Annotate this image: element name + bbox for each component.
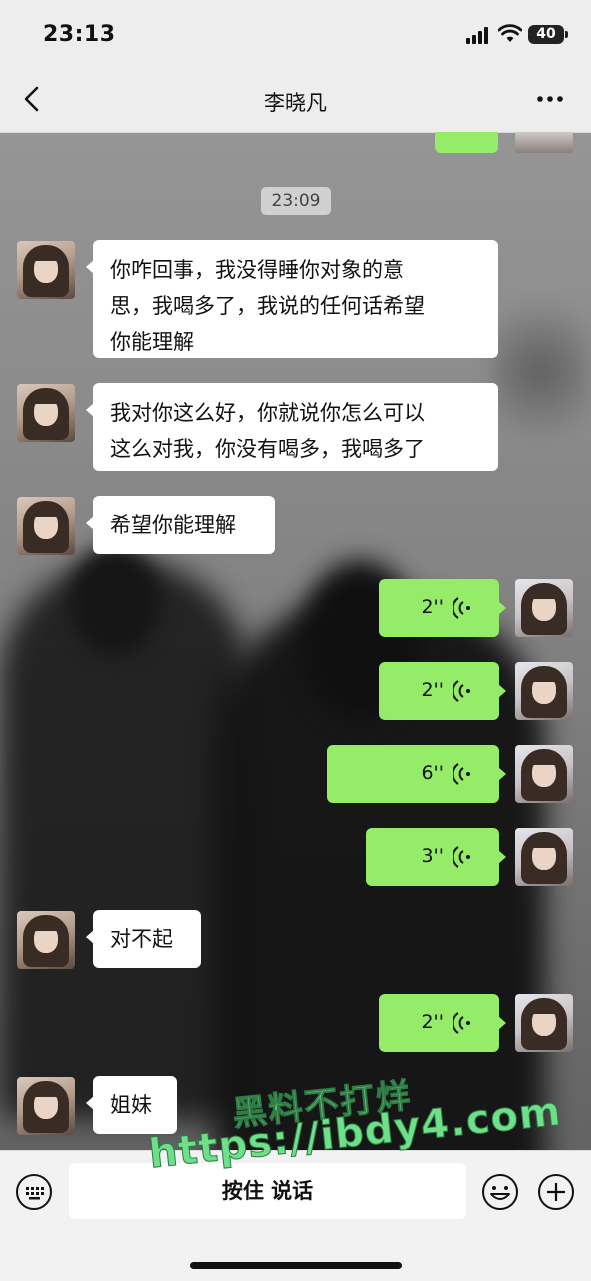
message-text-line: 姐妹	[110, 1093, 152, 1117]
voice-duration: 3''	[421, 845, 444, 867]
my-avatar[interactable]	[515, 828, 573, 886]
voice-message-bubble[interactable]: 2''	[379, 662, 506, 720]
hold-to-talk-button[interactable]: 按住 说话	[69, 1163, 466, 1219]
voice-duration: 2''	[421, 596, 444, 618]
voice-message-bubble[interactable]: 2''	[379, 994, 506, 1052]
previous-voice-bubble-partial[interactable]	[435, 132, 498, 153]
voice-duration: 2''	[421, 679, 444, 701]
my-avatar[interactable]	[515, 745, 573, 803]
my-avatar[interactable]	[515, 994, 573, 1052]
my-avatar[interactable]	[515, 662, 573, 720]
voice-wave-icon	[453, 1012, 470, 1034]
incoming-message-bubble[interactable]: 姐妹	[86, 1076, 177, 1134]
wifi-icon	[498, 24, 522, 42]
voice-message-bubble[interactable]: 3''	[366, 828, 506, 886]
incoming-message-bubble[interactable]: 我对你这么好，你就说你怎么可以 这么对我，你没有喝多，我喝多了	[86, 383, 498, 471]
message-text-line: 你咋回事，我没得睡你对象的意	[110, 258, 404, 282]
message-text-line: 思，我喝多了，我说的任何话希望	[110, 294, 425, 318]
voice-message-bubble[interactable]: 6''	[327, 745, 506, 803]
chat-header: 李晓凡	[0, 70, 591, 133]
contact-avatar[interactable]	[17, 384, 75, 442]
my-avatar[interactable]	[515, 579, 573, 637]
incoming-message-bubble[interactable]: 对不起	[86, 910, 201, 968]
contact-avatar[interactable]	[17, 497, 75, 555]
voice-duration: 6''	[421, 762, 444, 784]
incoming-message-bubble[interactable]: 你咋回事，我没得睡你对象的意 思，我喝多了，我说的任何话希望 你能理解	[86, 240, 498, 358]
voice-message-bubble[interactable]: 2''	[379, 579, 506, 637]
chat-input-bar: 按住 说话	[0, 1150, 591, 1281]
message-text-line: 我对你这么好，你就说你怎么可以	[110, 401, 425, 425]
emoji-icon[interactable]	[481, 1173, 519, 1211]
home-indicator	[190, 1262, 402, 1269]
battery-indicator: 40	[528, 25, 564, 44]
status-bar: 23:13 40	[0, 0, 591, 70]
message-timestamp: 23:09	[261, 187, 331, 215]
voice-wave-icon	[453, 846, 470, 868]
voice-wave-icon	[453, 680, 470, 702]
voice-duration: 2''	[421, 1011, 444, 1033]
message-text-line: 希望你能理解	[110, 513, 236, 537]
cellular-signal-icon	[466, 27, 488, 44]
contact-avatar[interactable]	[17, 1077, 75, 1135]
chat-title: 李晓凡	[264, 91, 327, 115]
message-text-line: 你能理解	[110, 330, 194, 354]
plus-icon[interactable]	[537, 1173, 575, 1211]
keyboard-icon[interactable]	[15, 1173, 53, 1211]
ellipsis-icon[interactable]	[533, 84, 567, 114]
message-text-line: 对不起	[110, 927, 173, 951]
battery-tip	[565, 31, 568, 38]
previous-avatar-partial[interactable]	[515, 132, 573, 153]
contact-avatar[interactable]	[17, 911, 75, 969]
status-time: 23:13	[43, 22, 116, 47]
incoming-message-bubble[interactable]: 希望你能理解	[86, 496, 275, 554]
message-text-line: 这么对我，你没有喝多，我喝多了	[110, 437, 425, 461]
contact-avatar[interactable]	[17, 241, 75, 299]
voice-wave-icon	[453, 597, 470, 619]
voice-wave-icon	[453, 763, 470, 785]
